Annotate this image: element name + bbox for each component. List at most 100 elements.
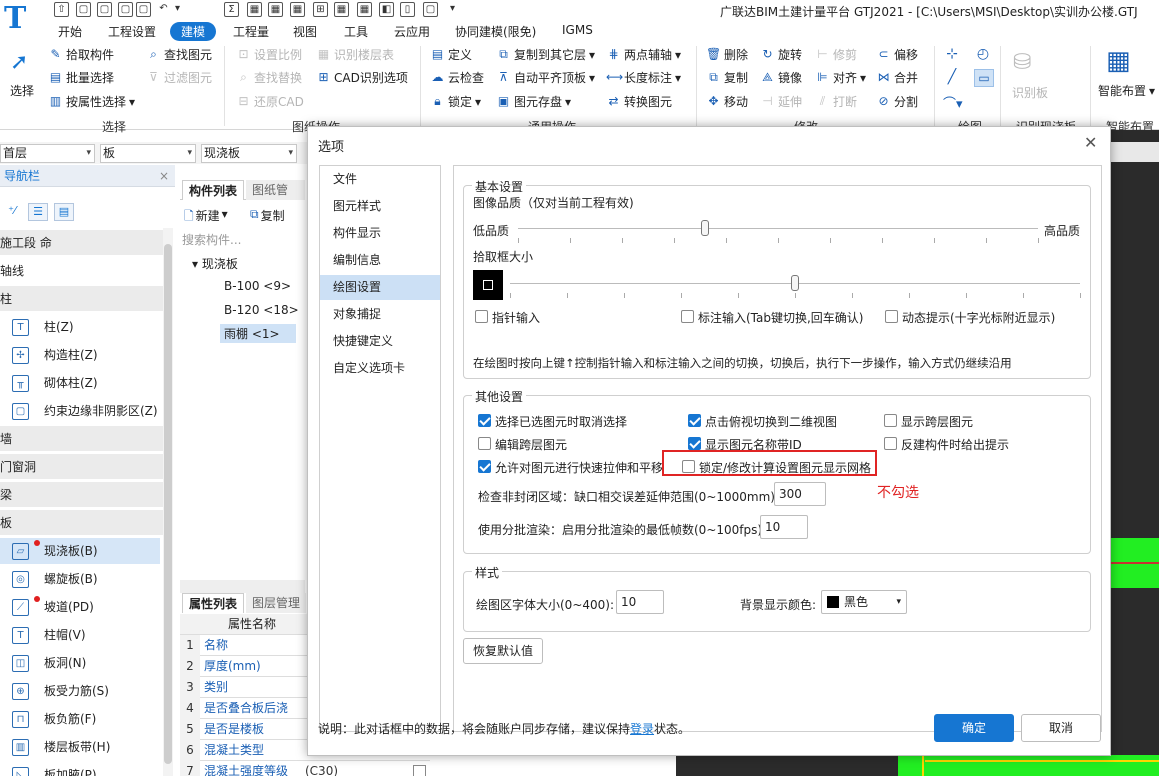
pick-component-button[interactable]: ✎ 拾取构件 bbox=[48, 46, 114, 63]
window-icon[interactable]: ▢ bbox=[423, 2, 438, 17]
length-dimension-button[interactable]: ⟷ 长度标注 ▾ bbox=[606, 69, 681, 86]
pointer-input-checkbox[interactable] bbox=[475, 310, 488, 323]
reverse-build-hint-checkbox[interactable] bbox=[884, 437, 897, 450]
menu-modeling[interactable]: 建模 bbox=[170, 22, 217, 41]
recognize-slab-icon[interactable]: ⛁ bbox=[1013, 50, 1037, 78]
find-element-button[interactable]: ⌕ 查找图元 bbox=[146, 46, 212, 63]
sheet-icon[interactable]: ▦ bbox=[334, 2, 349, 17]
nav-category-slab[interactable]: 板 bbox=[0, 510, 163, 536]
menu-project-settings[interactable]: 工程设置 bbox=[97, 22, 167, 41]
convert-element-button[interactable]: ⇄ 转换图元 bbox=[606, 93, 672, 110]
deselect-selected-checkbox[interactable] bbox=[478, 414, 491, 427]
dialog-nav-shortcuts[interactable]: 快捷键定义 bbox=[320, 329, 440, 354]
undo-icon[interactable]: ↶ bbox=[156, 2, 171, 17]
sum-icon[interactable]: Σ bbox=[224, 2, 239, 17]
cloud-check-button[interactable]: ☁ 云检查 bbox=[430, 69, 485, 86]
set-scale-button[interactable]: ⊡ 设置比例 bbox=[236, 46, 302, 63]
undo-dropdown-icon[interactable]: ▾ bbox=[170, 2, 185, 17]
batch-render-input[interactable]: 10 bbox=[760, 515, 808, 539]
nav-scrollbar-thumb[interactable] bbox=[164, 244, 172, 764]
filter-element-button[interactable]: ⊽ 过滤图元 bbox=[146, 69, 212, 86]
cad-options-button[interactable]: ⊞ CAD识别选项 bbox=[316, 69, 407, 86]
detail-view-icon[interactable]: ▤ bbox=[54, 203, 74, 221]
dialog-nav-custom-tabs[interactable]: 自定义选项卡 bbox=[320, 356, 440, 381]
copy-to-layer-button[interactable]: ⧉ 复制到其它层 ▾ bbox=[496, 46, 595, 63]
tab-drawing-manage[interactable]: 图纸管理 bbox=[246, 180, 305, 217]
new-component-button[interactable]: 🗋︎ 新建 ▾ bbox=[184, 207, 228, 228]
select-arrow-icon[interactable]: ➚ bbox=[10, 50, 34, 76]
drawing-canvas[interactable] bbox=[1110, 130, 1159, 776]
top-view-2d-checkbox[interactable] bbox=[688, 414, 701, 427]
move-button[interactable]: ✥ 移动 bbox=[706, 93, 748, 110]
trim-button[interactable]: ⊢ 修剪 bbox=[815, 46, 857, 63]
show-cross-layer-checkbox[interactable] bbox=[884, 414, 897, 427]
restore-cad-button[interactable]: ⊟ 还原CAD bbox=[236, 93, 303, 110]
close-icon[interactable]: ✕ bbox=[1084, 133, 1097, 152]
component-search-input[interactable]: 搜索构件... bbox=[182, 231, 241, 248]
upload-icon[interactable]: ⇧ bbox=[54, 2, 69, 17]
merge-button[interactable]: ⋈ 合并 bbox=[876, 69, 919, 86]
auto-align-slab-button[interactable]: ⊼ 自动平齐顶板 ▾ bbox=[496, 69, 595, 86]
tab-component-list[interactable]: 构件列表 bbox=[182, 180, 245, 200]
delete-button[interactable]: 🗑︎ 删除 bbox=[706, 46, 748, 63]
copy-component-button[interactable]: ⧉ 复制 bbox=[250, 207, 285, 224]
recognize-floor-table-button[interactable]: ▦ 识别楼层表 bbox=[316, 46, 394, 63]
font-size-input[interactable]: 10 bbox=[616, 590, 664, 614]
pick-size-slider-thumb[interactable] bbox=[791, 275, 799, 291]
dialog-nav-element-style[interactable]: 图元样式 bbox=[320, 194, 440, 219]
tab-property-list[interactable]: 属性列表 bbox=[182, 593, 245, 613]
rotate-button[interactable]: ↻ 旋转 bbox=[760, 46, 802, 63]
dialog-nav-object-snap[interactable]: 对象捕捉 bbox=[320, 302, 440, 327]
customize-dropdown-icon[interactable]: ▾ bbox=[445, 2, 460, 17]
nav-category-wall[interactable]: 墙 bbox=[0, 426, 163, 452]
select-by-attr-button[interactable]: ▥ 按属性选择 ▾ bbox=[48, 93, 135, 110]
save-as-icon[interactable]: ▢ bbox=[136, 2, 151, 17]
select-button[interactable]: 选择 bbox=[10, 82, 34, 99]
dialog-nav-component-display[interactable]: 构件显示 bbox=[320, 221, 440, 246]
nav-item-column[interactable]: T 柱(Z) bbox=[0, 314, 160, 340]
view-icon[interactable]: ▦ bbox=[357, 2, 372, 17]
nav-category-construction-section[interactable]: 施工段 命 bbox=[0, 230, 163, 256]
row-checkbox[interactable] bbox=[413, 765, 426, 776]
nav-item-slab-haunch[interactable]: ◺ 板加腋(P) bbox=[0, 762, 160, 776]
recognize-slab-button[interactable]: 识别板 bbox=[1012, 84, 1048, 101]
panel-icon[interactable]: ◧ bbox=[379, 2, 394, 17]
line-icon[interactable]: ╱ bbox=[943, 69, 961, 87]
menu-tools[interactable]: 工具 bbox=[333, 22, 379, 41]
table-row[interactable]: 7 混凝土强度等级 (C30) bbox=[180, 761, 430, 776]
login-link[interactable]: 登录 bbox=[630, 722, 654, 736]
point-icon[interactable]: ⊹ bbox=[943, 46, 961, 64]
mirror-button[interactable]: ⟁ 镜像 bbox=[760, 69, 802, 86]
dialog-nav-drawing-settings[interactable]: 绘图设置 bbox=[320, 275, 440, 300]
nav-item-spiral-slab[interactable]: ◎ 螺旋板(B) bbox=[0, 566, 160, 592]
lock-button[interactable]: 🔒︎ 锁定 ▾ bbox=[430, 93, 481, 110]
nav-item-column-cap[interactable]: T 柱帽(V) bbox=[0, 622, 160, 648]
list-view-icon[interactable]: ☰ bbox=[28, 203, 48, 221]
gap-range-input[interactable]: 300 bbox=[774, 482, 826, 506]
name-with-id-checkbox[interactable] bbox=[688, 437, 701, 450]
new-file-icon[interactable]: ▢ bbox=[76, 2, 91, 17]
copy-button[interactable]: ⧉ 复制 bbox=[706, 69, 748, 86]
menu-collab[interactable]: 协同建模(限免) bbox=[444, 22, 547, 41]
menu-quantity[interactable]: 工程量 bbox=[222, 22, 280, 41]
tree-item-canopy[interactable]: 雨棚 <1> bbox=[220, 324, 296, 343]
type-dropdown[interactable]: 板 ▾ bbox=[100, 144, 196, 163]
nav-item-cast-slab[interactable]: ▱ 现浇板(B) bbox=[0, 538, 160, 564]
cancel-button[interactable]: 取消 bbox=[1021, 714, 1101, 742]
find-replace-button[interactable]: ⌕ 查找替换 bbox=[236, 69, 302, 86]
dialog-nav-compile-info[interactable]: 编制信息 bbox=[320, 248, 440, 273]
dimension-input-checkbox[interactable] bbox=[681, 310, 694, 323]
bg-color-select[interactable]: 黑色 ▾ bbox=[821, 590, 907, 614]
quality-slider-track[interactable] bbox=[518, 228, 1038, 229]
break-button[interactable]: ⫽ 打断 bbox=[815, 93, 857, 110]
nav-category-axis[interactable]: 轴线 bbox=[0, 258, 163, 284]
nav-item-slab-rebar[interactable]: ⊕ 板受力筋(S) bbox=[0, 678, 160, 704]
rectangle-icon[interactable]: ▭ bbox=[974, 69, 994, 87]
subtype-dropdown[interactable]: 现浇板 ▾ bbox=[201, 144, 297, 163]
nav-item-floor-band[interactable]: ▥ 楼层板带(H) bbox=[0, 734, 160, 760]
expand-icon[interactable]: ⁺⁄ bbox=[2, 203, 22, 221]
dynamic-hint-checkbox[interactable] bbox=[885, 310, 898, 323]
tree-item-b120[interactable]: B-120 <18> bbox=[224, 303, 299, 317]
nav-item-structural-column[interactable]: ✢ 构造柱(Z) bbox=[0, 342, 160, 368]
door-icon[interactable]: ▯ bbox=[400, 2, 415, 17]
